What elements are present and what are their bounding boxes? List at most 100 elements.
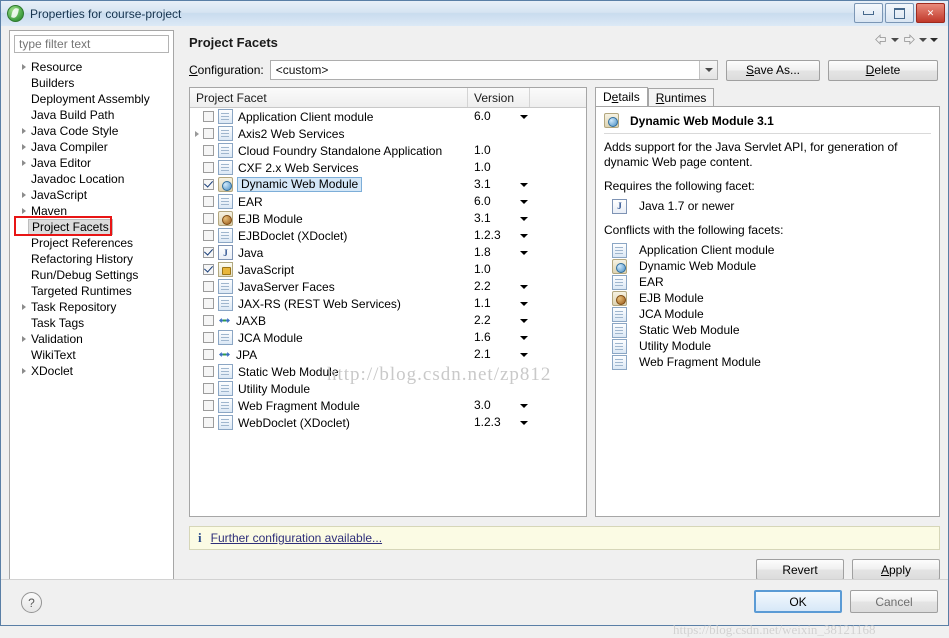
chevron-right-icon[interactable]: [18, 336, 29, 342]
delete-button[interactable]: Delete: [828, 60, 938, 81]
sidebar-item-xdoclet[interactable]: XDoclet: [10, 363, 173, 379]
sidebar-item-task-tags[interactable]: Task Tags: [10, 315, 173, 331]
sidebar-item-java-build-path[interactable]: Java Build Path: [10, 107, 173, 123]
facet-checkbox[interactable]: [203, 315, 214, 326]
chevron-right-icon[interactable]: [18, 144, 29, 150]
column-header-extra[interactable]: [530, 88, 586, 107]
facet-version: 1.6: [474, 330, 491, 344]
version-chevron-down-icon[interactable]: [520, 251, 528, 255]
column-header-project-facet[interactable]: Project Facet: [190, 88, 468, 107]
ok-button[interactable]: OK: [754, 590, 842, 613]
chevron-right-icon[interactable]: [190, 131, 203, 137]
table-row[interactable]: Axis2 Web Services: [190, 125, 586, 142]
tab-details[interactable]: Details: [595, 87, 648, 106]
version-chevron-down-icon[interactable]: [520, 217, 528, 221]
sidebar-item-resource[interactable]: Resource: [10, 59, 173, 75]
facet-checkbox[interactable]: [203, 400, 214, 411]
facet-checkbox[interactable]: [203, 145, 214, 156]
sidebar-item-java-editor[interactable]: Java Editor: [10, 155, 173, 171]
version-chevron-down-icon[interactable]: [520, 200, 528, 204]
version-chevron-down-icon[interactable]: [520, 319, 528, 323]
revert-button[interactable]: Revert: [756, 559, 844, 580]
chevron-right-icon[interactable]: [18, 160, 29, 166]
sidebar-item-project-facets[interactable]: Project Facets: [10, 219, 173, 235]
sidebar-item-task-repository[interactable]: Task Repository: [10, 299, 173, 315]
facet-checkbox[interactable]: [203, 264, 214, 275]
chevron-right-icon[interactable]: [18, 304, 29, 310]
table-row[interactable]: JavaScript: [190, 261, 586, 278]
search-input[interactable]: [14, 35, 169, 53]
sidebar-item-label: Refactoring History: [29, 252, 133, 266]
sidebar-item-builders[interactable]: Builders: [10, 75, 173, 91]
dialog-body: ResourceBuildersDeployment AssemblyJava …: [1, 26, 948, 625]
version-chevron-down-icon[interactable]: [520, 353, 528, 357]
version-chevron-down-icon[interactable]: [520, 234, 528, 238]
back-history-chevron-down-icon[interactable]: [891, 38, 899, 42]
apply-button[interactable]: Apply: [852, 559, 940, 580]
version-chevron-down-icon[interactable]: [520, 115, 528, 119]
minimize-button[interactable]: [854, 3, 883, 23]
version-chevron-down-icon[interactable]: [520, 285, 528, 289]
facet-checkbox[interactable]: [203, 298, 214, 309]
facet-checkbox[interactable]: [203, 230, 214, 241]
sidebar-item-javascript[interactable]: JavaScript: [10, 187, 173, 203]
chevron-right-icon[interactable]: [18, 128, 29, 134]
sidebar-item-javadoc-location[interactable]: Javadoc Location: [10, 171, 173, 187]
facet-checkbox[interactable]: [203, 383, 214, 394]
facet-checkbox[interactable]: [203, 247, 214, 258]
sidebar-item-project-references[interactable]: Project References: [10, 235, 173, 251]
facet-checkbox[interactable]: [203, 332, 214, 343]
sidebar-item-label: Task Repository: [29, 300, 116, 314]
chevron-right-icon[interactable]: [18, 208, 29, 214]
sidebar-item-targeted-runtimes[interactable]: Targeted Runtimes: [10, 283, 173, 299]
table-row[interactable]: CXF 2.x Web Services: [190, 159, 586, 176]
sidebar-item-wikitext[interactable]: WikiText: [10, 347, 173, 363]
facet-checkbox[interactable]: [203, 349, 214, 360]
sidebar-item-deployment-assembly[interactable]: Deployment Assembly: [10, 91, 173, 107]
web-module-icon: [604, 113, 619, 128]
column-header-version[interactable]: Version: [468, 88, 530, 107]
tab-runtimes[interactable]: Runtimes: [648, 88, 715, 106]
facet-checkbox[interactable]: [203, 417, 214, 428]
facet-checkbox[interactable]: [203, 213, 214, 224]
version-chevron-down-icon[interactable]: [520, 336, 528, 340]
version-chevron-down-icon[interactable]: [520, 183, 528, 187]
table-row[interactable]: Cloud Foundry Standalone Application: [190, 142, 586, 159]
facet-version: 1.8: [474, 245, 491, 259]
configuration-select[interactable]: <custom>: [270, 60, 718, 80]
forward-history-chevron-down-icon[interactable]: [919, 38, 927, 42]
sidebar-item-java-code-style[interactable]: Java Code Style: [10, 123, 173, 139]
help-icon[interactable]: ?: [21, 592, 42, 613]
configuration-chevron-down-icon[interactable]: [699, 61, 717, 79]
doc-icon: [218, 109, 233, 124]
sidebar-item-refactoring-history[interactable]: Refactoring History: [10, 251, 173, 267]
view-menu-chevron-down-icon[interactable]: [930, 38, 938, 42]
facet-checkbox[interactable]: [203, 179, 214, 190]
chevron-right-icon[interactable]: [18, 192, 29, 198]
sidebar-item-validation[interactable]: Validation: [10, 331, 173, 347]
facet-checkbox[interactable]: [203, 111, 214, 122]
sidebar-item-run-debug-settings[interactable]: Run/Debug Settings: [10, 267, 173, 283]
close-button[interactable]: ✕: [916, 3, 945, 23]
save-as-button[interactable]: Save As...: [726, 60, 820, 81]
arrow-left-icon[interactable]: [874, 33, 888, 46]
facet-checkbox[interactable]: [203, 366, 214, 377]
chevron-right-icon[interactable]: [18, 368, 29, 374]
version-chevron-down-icon[interactable]: [520, 404, 528, 408]
version-chevron-down-icon[interactable]: [520, 421, 528, 425]
sidebar-item-java-compiler[interactable]: Java Compiler: [10, 139, 173, 155]
table-row[interactable]: Utility Module: [190, 380, 586, 397]
further-configuration-link[interactable]: Further configuration available...: [211, 531, 382, 545]
arrow-right-icon[interactable]: [902, 33, 916, 46]
version-chevron-down-icon[interactable]: [520, 302, 528, 306]
facet-name: Application Client module: [238, 110, 373, 124]
facet-checkbox[interactable]: [203, 162, 214, 173]
maximize-button[interactable]: [885, 3, 914, 23]
facet-checkbox[interactable]: [203, 128, 214, 139]
facet-checkbox[interactable]: [203, 196, 214, 207]
facet-checkbox[interactable]: [203, 281, 214, 292]
chevron-right-icon[interactable]: [18, 64, 29, 70]
cancel-button[interactable]: Cancel: [850, 590, 938, 613]
table-row[interactable]: Static Web Module: [190, 363, 586, 380]
sidebar-item-maven[interactable]: Maven: [10, 203, 173, 219]
